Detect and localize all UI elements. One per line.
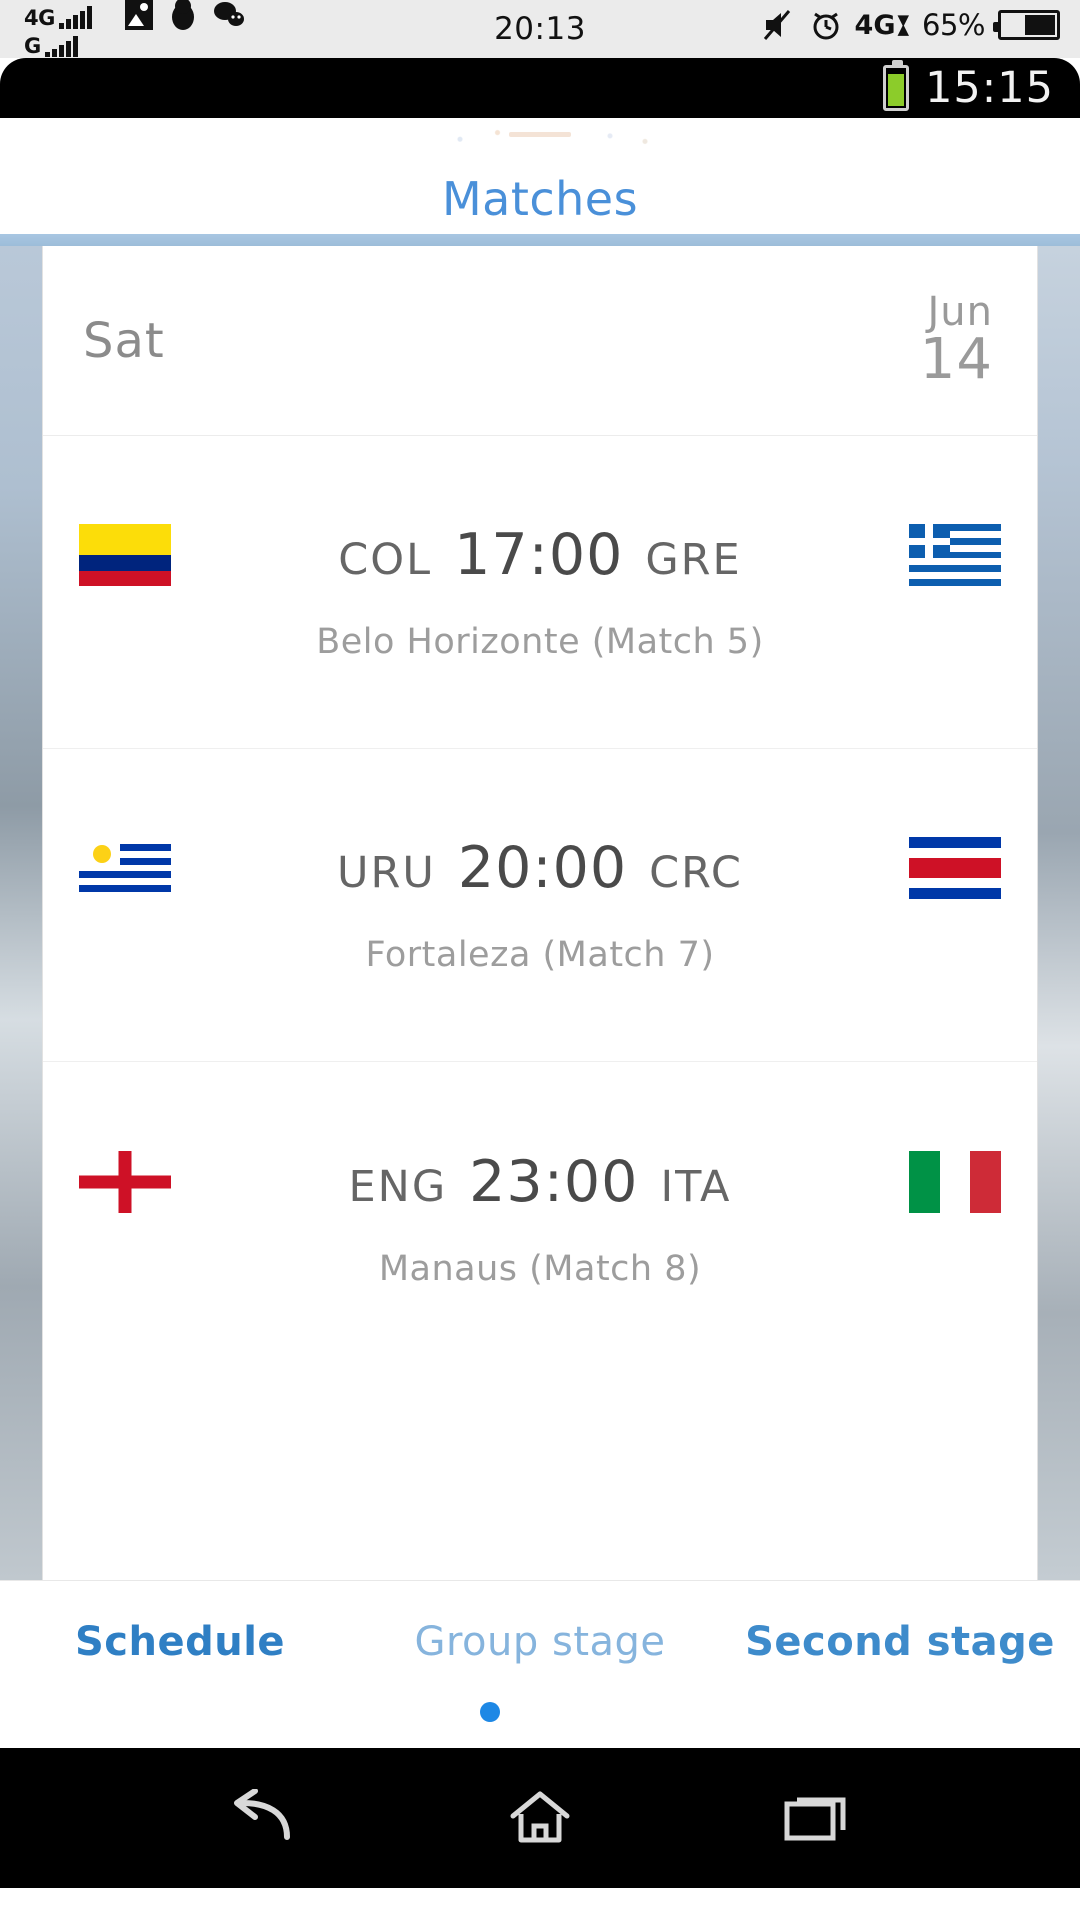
home-icon[interactable] — [507, 1788, 573, 1848]
recents-icon[interactable] — [783, 1790, 855, 1846]
match-time: 20:00 — [457, 835, 628, 901]
match-venue: Fortaleza (Match 7) — [365, 935, 715, 975]
match-venue: Manaus (Match 8) — [378, 1248, 702, 1289]
date-number-label: 14 — [919, 326, 993, 392]
page-title: Matches — [441, 172, 639, 226]
header-divider-band — [0, 234, 1080, 246]
table-row[interactable]: COL 17:00 GRE Belo Horizonte (Match 5) — [43, 436, 1037, 749]
home-team-code: ENG — [348, 1161, 448, 1212]
england-flag — [79, 1150, 171, 1213]
date-header: Sat Jun 14 — [43, 246, 1037, 436]
page-indicator — [0, 1702, 1080, 1748]
italy-flag — [908, 1150, 1001, 1213]
back-icon[interactable] — [225, 1789, 297, 1847]
colombia-flag — [79, 524, 171, 586]
greece-flag — [909, 524, 1001, 586]
away-team-code: CRC — [649, 848, 743, 898]
match-time: 17:00 — [454, 522, 624, 588]
away-team-code: GRE — [645, 535, 742, 585]
inner-clock: 15:15 — [925, 63, 1054, 113]
tab-group-stage[interactable]: Group stage — [360, 1619, 720, 1665]
content-area: Sat Jun 14 COL 17:00 GRE Belo Horizonte … — [0, 246, 1080, 1580]
tab-second-stage[interactable]: Second stage — [720, 1619, 1080, 1665]
header-artifact-line — [509, 132, 571, 137]
match-line: URU 20:00 CRC — [43, 835, 1037, 901]
table-row[interactable]: URU 20:00 CRC Fortaleza (Match 7) — [43, 749, 1037, 1062]
match-venue: Belo Horizonte (Match 5) — [316, 622, 764, 662]
match-line: COL 17:00 GRE — [43, 522, 1037, 588]
header-artifact-dots — [415, 126, 665, 148]
android-nav-bar — [0, 1748, 1080, 1888]
mute-icon — [763, 10, 790, 40]
match-list: Sat Jun 14 COL 17:00 GRE Belo Horizonte … — [42, 246, 1038, 1580]
inner-status-bar: 15:15 — [0, 58, 1080, 118]
bottom-tab-bar: Schedule Group stage Second stage — [0, 1580, 1080, 1702]
home-team-code: URU — [337, 848, 436, 898]
outer-status-right: 4G ▼ ▲ 65% — [763, 0, 1060, 54]
table-row[interactable]: ENG 23:00 ITA Manaus (Match 8) — [43, 1062, 1037, 1375]
battery-percent: 65% — [922, 8, 985, 42]
inner-battery-icon — [883, 60, 910, 111]
match-time: 23:00 — [469, 1148, 639, 1215]
date-day-label: Sat — [83, 312, 165, 369]
uruguay-flag — [79, 837, 171, 899]
tab-schedule[interactable]: Schedule — [0, 1619, 360, 1665]
away-team-code: ITA — [660, 1161, 732, 1212]
data-4g-icon: 4G ▼ ▲ — [854, 9, 910, 41]
costa-rica-flag — [908, 837, 1001, 899]
alarm-icon — [813, 12, 839, 40]
app-header: Matches — [0, 118, 1080, 234]
match-line: ENG 23:00 ITA — [43, 1149, 1037, 1215]
match-center: URU 20:00 CRC — [337, 835, 743, 901]
date-right: Jun 14 — [919, 292, 993, 392]
battery-icon — [993, 10, 1060, 40]
inner-screenshot: 15:15 Matches Sat Jun 14 COL 17:00 GRE B… — [0, 58, 1080, 1920]
home-team-code: COL — [338, 535, 433, 585]
outer-status-bar: 4G G 20:13 4G ▼ ▲ 65% — [0, 0, 1080, 58]
match-center: ENG 23:00 ITA — [349, 1149, 732, 1215]
page-indicator-dot — [480, 1702, 500, 1722]
match-center: COL 17:00 GRE — [338, 522, 741, 588]
